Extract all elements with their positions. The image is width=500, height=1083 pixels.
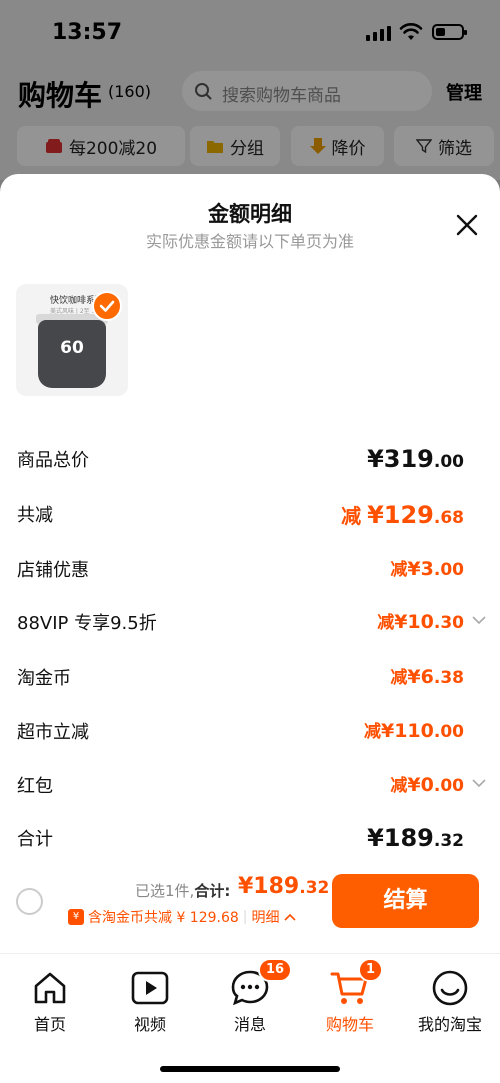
tab-label: 消息 — [233, 1015, 266, 1034]
row-label: 合计 — [17, 829, 53, 850]
home-icon — [34, 972, 66, 1004]
row-taojinbi: 淘金币 减¥6.38 — [0, 657, 500, 697]
discount-text: 含淘金币共减 ¥ 129.68 — [88, 910, 239, 926]
row-red-packet[interactable]: 红包 减¥0.00 — [0, 765, 500, 805]
tab-my-taobao[interactable]: 我的淘宝 — [400, 954, 500, 1034]
row-supermarket-discount: 超市立减 减¥110.00 — [0, 711, 500, 751]
checkout-bar: 已选1件,合计: ¥189.32 ¥ 含淘金币共减 ¥ 129.68 | 明细 … — [0, 862, 500, 952]
chevron-up-icon[interactable] — [283, 913, 296, 921]
chevron-down-icon[interactable] — [472, 778, 486, 788]
row-shop-discount: 店铺优惠 减¥3.00 — [0, 549, 500, 589]
row-label: 88VIP 专享9.5折 — [17, 613, 157, 634]
row-grand-total: 合计 ¥189.32 — [0, 818, 500, 858]
row-label: 店铺优惠 — [17, 560, 89, 581]
row-amount: 减 ¥129.68 — [341, 501, 464, 529]
modal-overlay[interactable] — [0, 0, 500, 180]
row-product-total: 商品总价 ¥319.00 — [0, 439, 500, 479]
message-badge: 16 — [258, 958, 293, 982]
row-label: 共减 — [17, 505, 53, 526]
chevron-down-icon[interactable] — [472, 615, 486, 625]
row-88vip-discount[interactable]: 88VIP 专享9.5折 减¥10.30 — [0, 602, 500, 642]
selected-check-badge — [92, 291, 122, 321]
row-amount: 减¥110.00 — [363, 720, 464, 742]
detail-toggle[interactable]: 明细 — [252, 907, 280, 927]
tab-home[interactable]: 首页 — [0, 954, 100, 1034]
row-amount: 减¥10.30 — [377, 611, 464, 633]
discount-summary[interactable]: ¥ 含淘金币共减 ¥ 129.68 | 明细 — [68, 907, 296, 927]
row-amount: ¥319.00 — [367, 445, 464, 473]
sheet-title: 金额明细 — [208, 202, 292, 226]
tab-messages[interactable]: 消息 16 — [200, 954, 300, 1034]
tab-label: 首页 — [33, 1015, 66, 1034]
sheet-subtitle: 实际优惠金额请以下单页为准 — [145, 232, 354, 251]
product-jar-number: 60 — [60, 338, 84, 358]
smile-face-icon — [432, 970, 468, 1006]
video-play-icon — [131, 971, 169, 1005]
tab-label: 我的淘宝 — [417, 1015, 482, 1034]
tab-bar: 首页 视频 消息 16 购物车 1 我的淘宝 — [0, 953, 500, 1083]
checkmark-icon — [99, 300, 115, 312]
select-all-radio[interactable] — [16, 888, 43, 915]
tab-cart[interactable]: 购物车 1 — [300, 954, 400, 1034]
row-amount: 减¥0.00 — [390, 774, 464, 796]
cart-badge: 1 — [358, 958, 384, 982]
close-icon[interactable] — [456, 214, 478, 236]
row-amount: ¥189.32 — [367, 824, 464, 852]
tab-label: 视频 — [133, 1015, 166, 1034]
selected-count: 已选1件,合计: — [135, 882, 231, 900]
row-total-discount: 共减 减 ¥129.68 — [0, 494, 500, 534]
checkout-total: ¥189.32 — [238, 874, 330, 899]
tab-label: 购物车 — [325, 1015, 374, 1034]
amount-detail-sheet: 金额明细 实际优惠金额请以下单页为准 快饮咖啡系列 美式风味 | 2至 1-60… — [0, 174, 500, 953]
row-label: 淘金币 — [17, 668, 71, 689]
row-amount: 减¥3.00 — [390, 558, 464, 580]
home-indicator[interactable] — [160, 1066, 340, 1072]
tab-video[interactable]: 视频 — [100, 954, 200, 1034]
row-amount: 减¥6.38 — [390, 666, 464, 688]
row-label: 红包 — [17, 776, 53, 797]
row-label: 超市立减 — [17, 722, 89, 743]
row-label: 商品总价 — [17, 450, 89, 471]
coin-icon: ¥ — [68, 909, 84, 925]
checkout-button[interactable]: 结算 — [332, 874, 479, 928]
